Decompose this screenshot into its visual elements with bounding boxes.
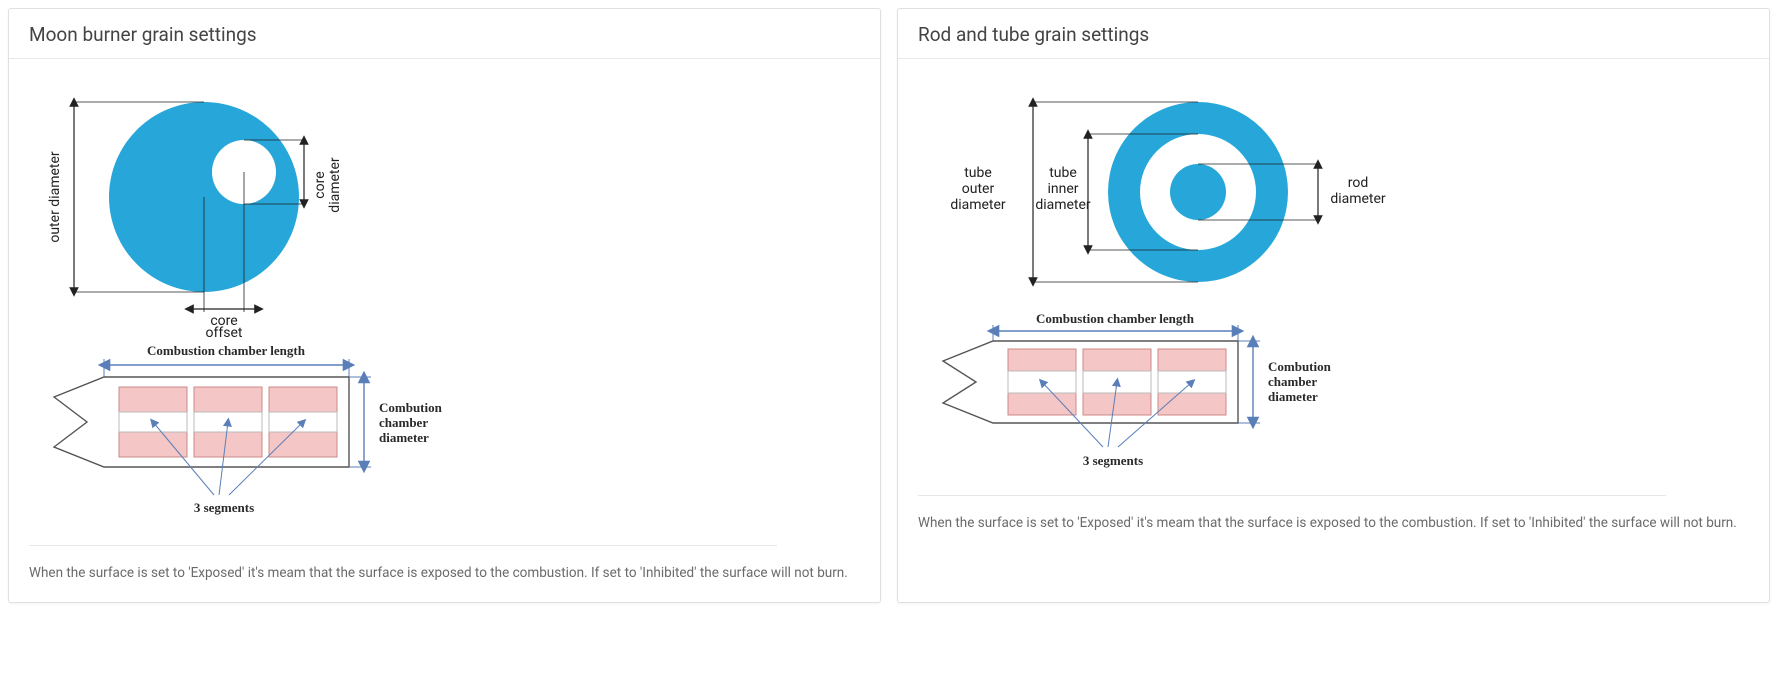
diagram-area-rod-tube: tube outer diameter tube inner diameter … (918, 77, 1749, 506)
segment-3-bot-rt (1158, 393, 1226, 415)
chamber-diameter-label-2-moon: chamber (379, 415, 428, 430)
tube-inner-label-3: diameter (1035, 197, 1091, 213)
segment-2-top-moon (194, 387, 262, 412)
card-separator-moon (29, 545, 777, 546)
segments-label-rt: 3 segments (1083, 453, 1143, 468)
rod-grain (1170, 164, 1226, 220)
segment-3-bot-moon (269, 432, 337, 457)
card-moon-burner: Moon burner grain settings (8, 8, 881, 603)
rod-tube-chamber-svg: Combustion chamber length (918, 307, 1388, 477)
card-rod-and-tube: Rod and tube grain settings (897, 8, 1770, 603)
segment-2-top-rt (1083, 349, 1151, 371)
segment-1-top-rt (1008, 349, 1076, 371)
rod-label-1: rod (1348, 175, 1369, 191)
chamber-length-label-rt: Combustion chamber length (1036, 311, 1195, 326)
card-body-rod-tube: tube outer diameter tube inner diameter … (898, 59, 1769, 552)
segments-label-moon: 3 segments (194, 500, 254, 515)
rod-label-2: diameter (1330, 191, 1386, 207)
tube-outer-label-1: tube (964, 165, 992, 181)
segment-3-top-moon (269, 387, 337, 412)
tube-outer-label-2: outer (962, 181, 995, 197)
core-diameter-label-1: core (312, 171, 328, 198)
help-text-rt: When the surface is set to 'Exposed' it'… (918, 514, 1749, 534)
segment-3-top-rt (1158, 349, 1226, 371)
card-separator-rt (918, 495, 1666, 496)
card-title-rod-tube: Rod and tube grain settings (898, 9, 1769, 59)
tube-inner-label-1: tube (1049, 165, 1077, 181)
card-title-moon-burner: Moon burner grain settings (9, 9, 880, 59)
chamber-diameter-label-1-moon: Combution (379, 400, 443, 415)
diagram-area-moon-burner: outer diameter core diameter core offset (29, 77, 860, 556)
chamber-diameter-label-3-moon: diameter (379, 430, 429, 445)
chamber-diameter-label-1-rt: Combution (1268, 359, 1332, 374)
segment-2-bot-moon (194, 432, 262, 457)
chamber-diameter-label-3-rt: diameter (1268, 389, 1318, 404)
segment-1-bot-moon (119, 432, 187, 457)
chamber-diameter-label-2-rt: chamber (1268, 374, 1317, 389)
segment-1-bot-rt (1008, 393, 1076, 415)
core-offset-label-2: offset (206, 325, 243, 337)
core-diameter-label-2: diameter (327, 157, 343, 213)
tube-outer-label-3: diameter (950, 197, 1006, 213)
page: Moon burner grain settings (0, 0, 1778, 611)
outer-diameter-label: outer diameter (47, 151, 63, 243)
rod-tube-cross-section-svg: tube outer diameter tube inner diameter … (918, 77, 1438, 307)
segment-1-top-moon (119, 387, 187, 412)
moon-burner-cross-section-svg: outer diameter core diameter core offset (29, 77, 449, 337)
help-text-moon: When the surface is set to 'Exposed' it'… (29, 564, 860, 584)
tube-inner-label-2: inner (1047, 181, 1078, 197)
segment-2-bot-rt (1083, 393, 1151, 415)
moon-burner-chamber-svg: Combustion chamber length (29, 337, 499, 527)
card-body-moon-burner: outer diameter core diameter core offset (9, 59, 880, 602)
chamber-length-label-moon: Combustion chamber length (147, 343, 306, 358)
